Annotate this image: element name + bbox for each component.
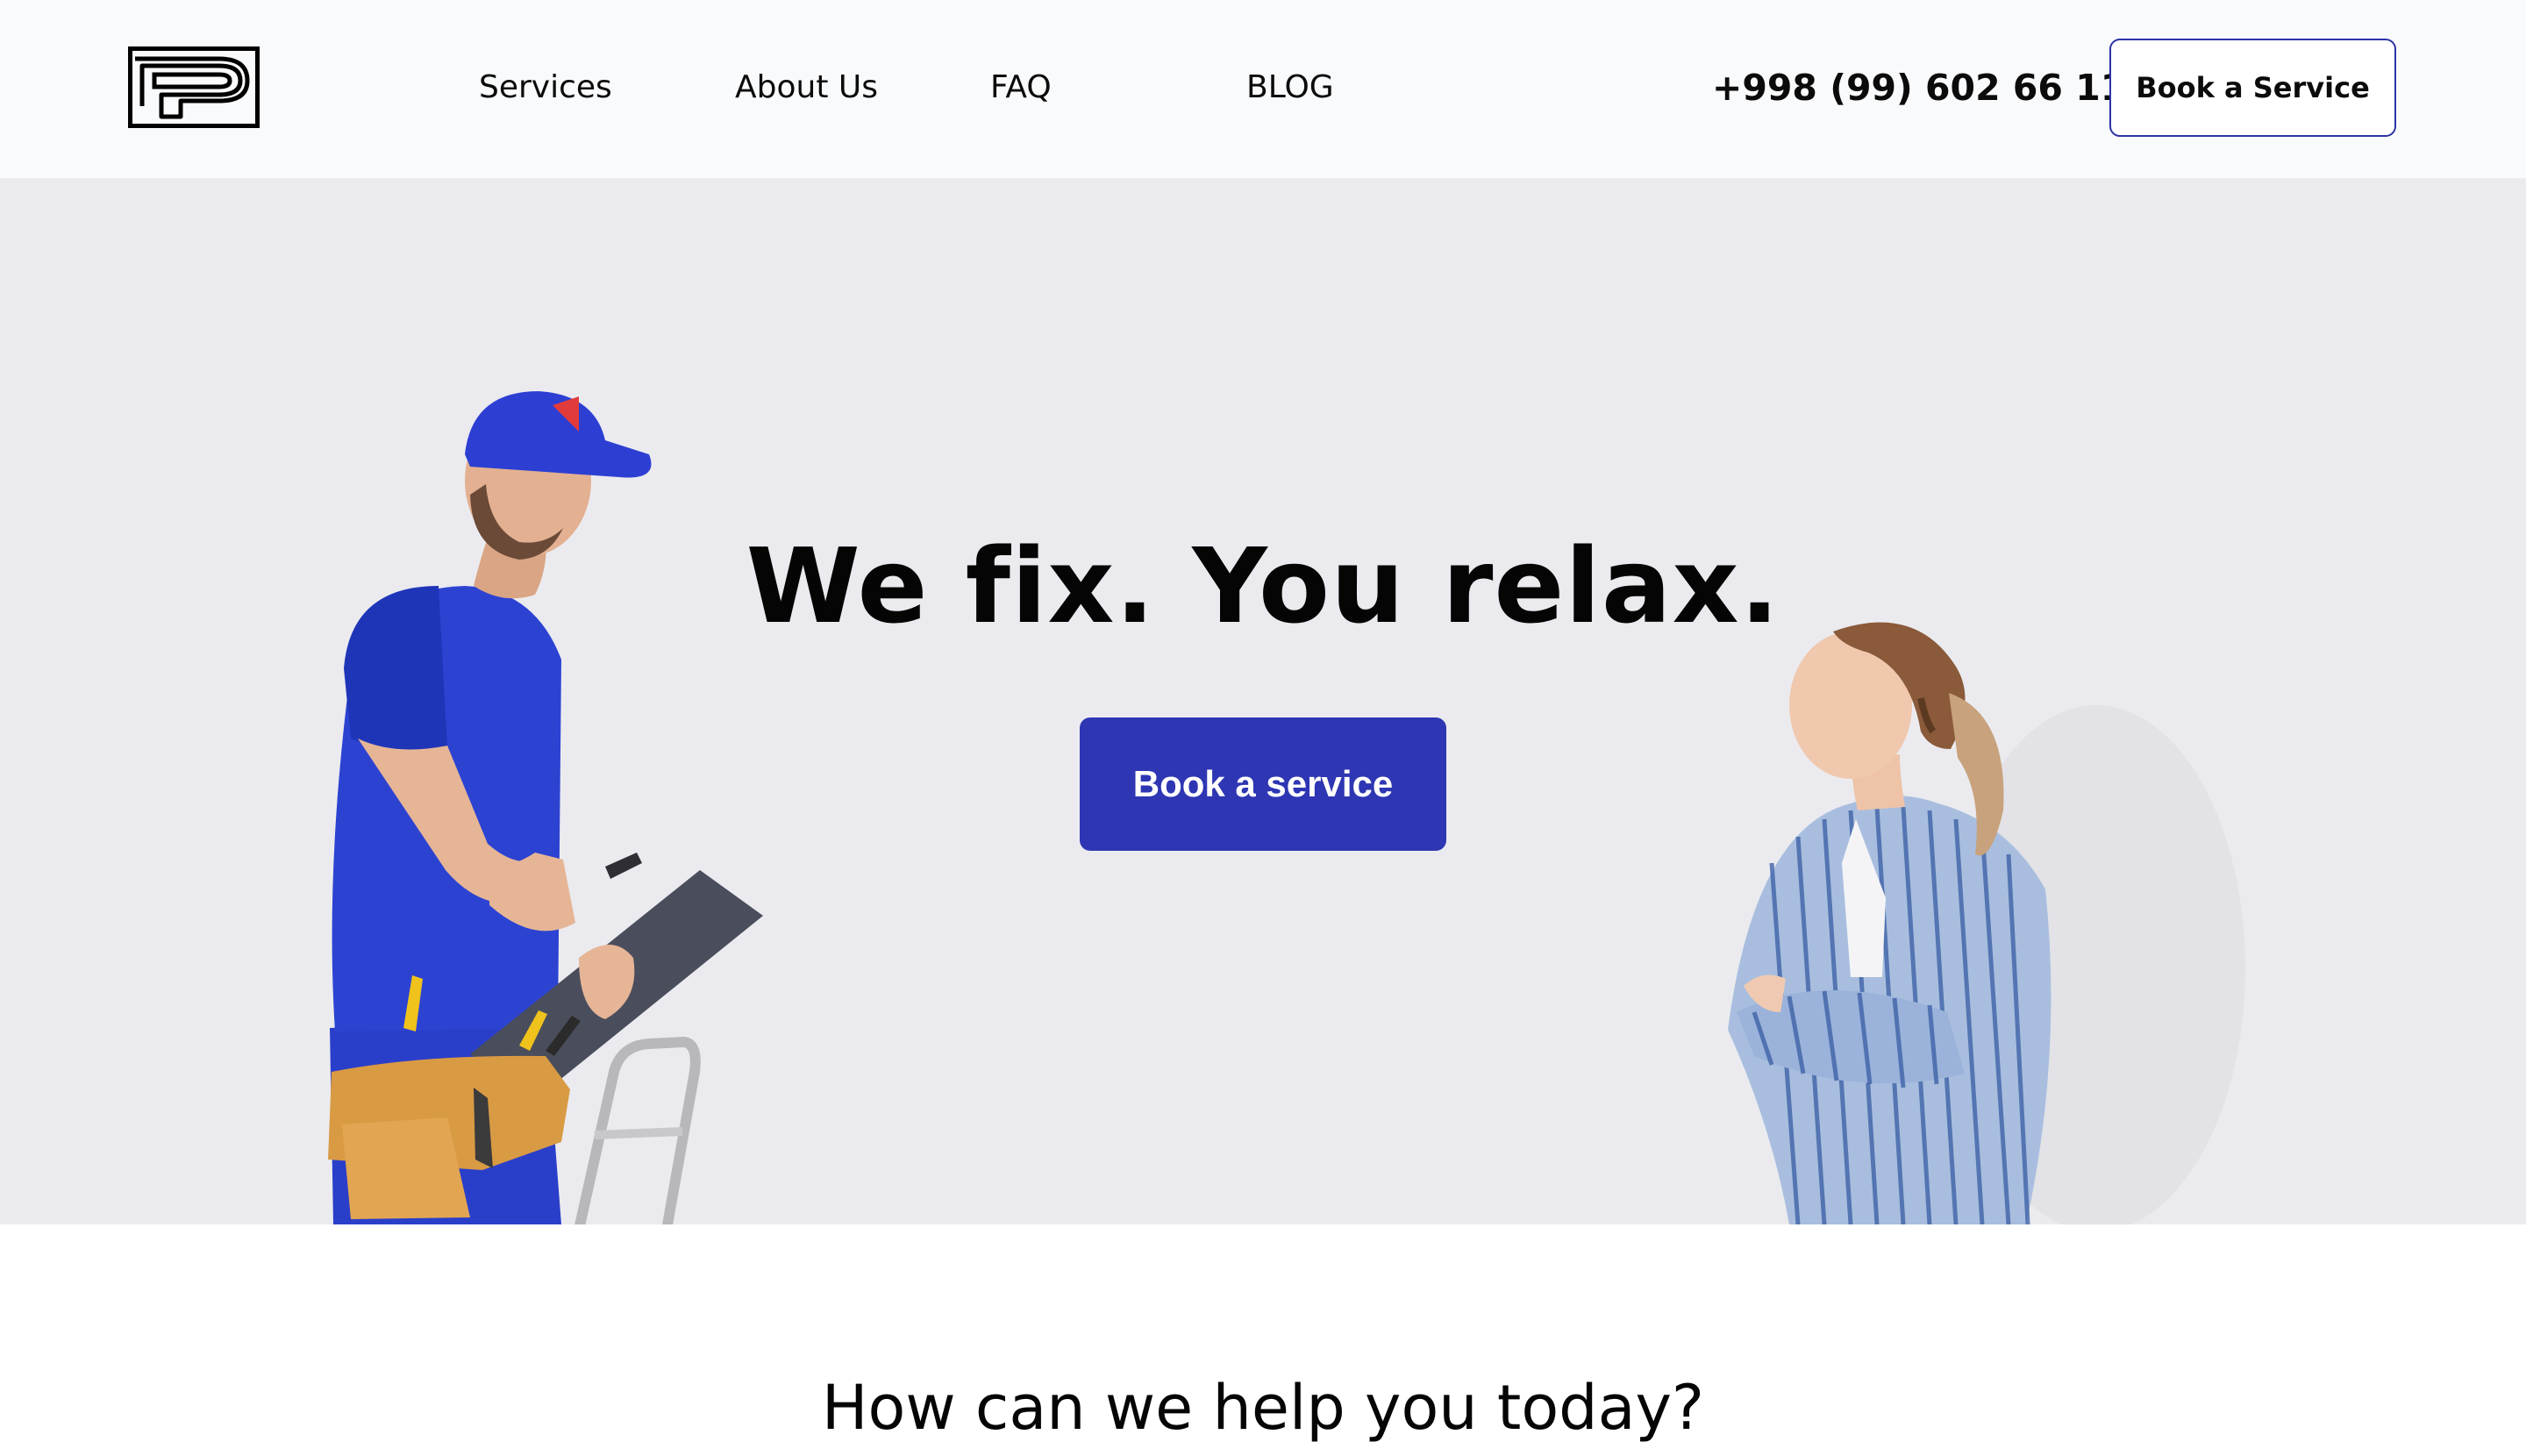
book-service-header-button[interactable]: Book a Service — [2109, 39, 2396, 137]
woman-image — [1728, 622, 2245, 1224]
phone-number-link[interactable]: +998 (99) 602 66 11 — [1712, 63, 2125, 112]
nav-blog[interactable]: BLOG — [1246, 65, 1334, 111]
nav-about-us[interactable]: About Us — [735, 65, 878, 111]
help-section-title: How can we help you today? — [821, 1372, 1705, 1444]
book-service-hero-button[interactable]: Book a service — [1080, 717, 1446, 851]
nav-services[interactable]: Services — [479, 65, 612, 111]
brand-logo-icon[interactable] — [128, 46, 260, 128]
site-header: Services About Us FAQ BLOG +998 (99) 602… — [0, 0, 2526, 179]
nav-faq[interactable]: FAQ — [990, 65, 1052, 111]
hero-section: We fix. You relax. Book a service — [0, 179, 2526, 1224]
repairman-image — [328, 391, 763, 1224]
